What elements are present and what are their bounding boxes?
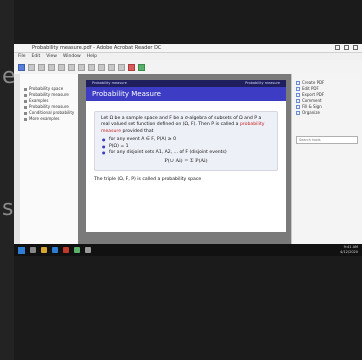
search-icon[interactable] <box>58 63 65 71</box>
fill-sign-icon <box>296 105 300 109</box>
document-viewer[interactable]: Probability measure Probability measure … <box>78 74 292 244</box>
toolbar <box>14 60 362 75</box>
share-icon[interactable] <box>138 63 145 71</box>
window-titlebar: Probability measure.pdf - Adobe Acrobat … <box>14 44 362 53</box>
menu-window[interactable]: Window <box>63 53 81 60</box>
app-icon[interactable] <box>85 247 91 253</box>
next-page-icon[interactable] <box>78 63 85 71</box>
window-title: Probability measure.pdf - Adobe Acrobat … <box>32 45 162 51</box>
minimize-button[interactable] <box>335 45 340 50</box>
organize-icon <box>296 111 300 115</box>
app-icon[interactable] <box>74 247 80 253</box>
menu-help[interactable]: Help <box>87 53 97 60</box>
tools-search-input[interactable]: Search tools <box>296 136 358 144</box>
background-left-panel <box>0 0 14 360</box>
export-pdf-icon <box>296 93 300 97</box>
zoom-in-icon[interactable] <box>118 63 125 71</box>
definition-text: Let Ω be a sample space and F be a σ-alg… <box>101 116 265 134</box>
menu-bar: File Edit View Window Help <box>14 53 362 60</box>
slide-header-left: Probability measure <box>92 81 127 85</box>
windows-taskbar: 9:41 AM 4/12/2020 <box>14 244 362 256</box>
menu-file[interactable]: File <box>18 53 26 60</box>
menu-view[interactable]: View <box>46 53 57 60</box>
save-icon[interactable] <box>28 63 35 71</box>
hand-icon[interactable] <box>98 63 105 71</box>
slide-header-right: Probability measure <box>245 81 280 85</box>
definition-block: Let Ω be a sample space and F be a σ-alg… <box>94 111 278 172</box>
additivity-formula: P(∪ Ai) = Σ P(Ai) <box>164 158 208 165</box>
maximize-button[interactable] <box>344 45 349 50</box>
edge-icon[interactable] <box>52 247 58 253</box>
probability-space-text: The triple (Ω, F, P) is called a probabi… <box>94 177 202 183</box>
start-icon[interactable] <box>18 246 25 254</box>
create-pdf-icon <box>296 81 300 85</box>
print-icon[interactable] <box>38 63 45 71</box>
tools-pane: Create PDF Edit PDF Export PDF Comment F… <box>291 74 362 244</box>
bookmarks-panel: Probability space Probability measure Ex… <box>20 74 79 244</box>
acrobat-icon[interactable] <box>63 247 69 253</box>
explorer-icon[interactable] <box>41 247 47 253</box>
mail-icon[interactable] <box>48 63 55 71</box>
home-icon[interactable] <box>18 63 25 71</box>
system-clock[interactable]: 9:41 AM 4/12/2020 <box>340 245 358 255</box>
zoom-out-icon[interactable] <box>108 63 115 71</box>
search-taskbar-icon[interactable] <box>30 247 36 253</box>
edit-pdf-icon <box>296 87 300 91</box>
comment-icon <box>296 99 300 103</box>
window-controls <box>335 45 358 50</box>
desktop-screen: Probability measure.pdf - Adobe Acrobat … <box>14 44 362 256</box>
tool-organize[interactable]: Organize <box>292 110 362 116</box>
background-letter: s <box>2 196 14 221</box>
sign-icon[interactable] <box>128 63 135 71</box>
menu-edit[interactable]: Edit <box>32 53 41 60</box>
conditions-list: for any event A ∈ F, P(A) ≥ 0 P(Ω) = 1 f… <box>101 137 271 157</box>
prev-page-icon[interactable] <box>68 63 75 71</box>
condition-item: for any disjoint sets A1, A2, ... of F (… <box>102 150 271 157</box>
bookmark-item[interactable]: More examples <box>20 116 78 122</box>
slide-header: Probability measure Probability measure <box>86 80 286 87</box>
cursor-icon[interactable] <box>88 63 95 71</box>
pdf-slide: Probability measure Probability measure … <box>86 80 286 232</box>
close-button[interactable] <box>353 45 358 50</box>
slide-title: Probability Measure <box>86 87 286 101</box>
